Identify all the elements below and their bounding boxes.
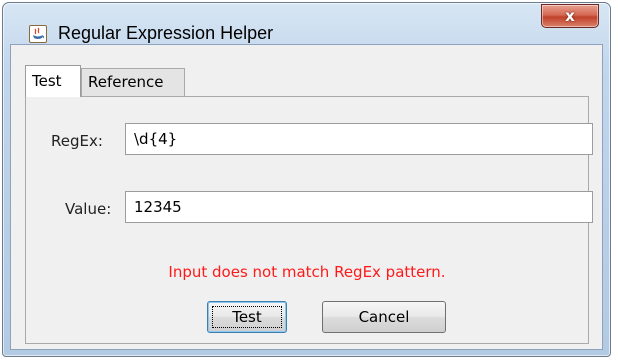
window-title: Regular Expression Helper bbox=[58, 23, 274, 43]
java-app-icon[interactable] bbox=[29, 25, 47, 43]
tab-reference[interactable]: Reference bbox=[81, 68, 185, 96]
value-label: Value: bbox=[65, 200, 112, 218]
close-icon: x bbox=[565, 7, 575, 25]
regex-input[interactable] bbox=[125, 123, 593, 155]
test-panel: RegEx: Value: Input does not match RegEx… bbox=[25, 96, 593, 344]
status-message: Input does not match RegEx pattern. bbox=[168, 263, 446, 281]
tab-test[interactable]: Test bbox=[25, 65, 81, 97]
dialog-content: Test Reference RegEx: Value: Input does … bbox=[10, 44, 603, 350]
regex-label: RegEx: bbox=[51, 132, 103, 150]
test-button-label: Test bbox=[232, 308, 262, 326]
test-button[interactable]: Test bbox=[207, 301, 287, 333]
value-input[interactable] bbox=[125, 191, 593, 223]
close-button[interactable]: x bbox=[541, 4, 599, 28]
dialog-window: Regular Expression Helper x Test Referen… bbox=[2, 2, 611, 357]
title-bar[interactable]: Regular Expression Helper x bbox=[3, 3, 610, 45]
cancel-button[interactable]: Cancel bbox=[322, 301, 446, 333]
